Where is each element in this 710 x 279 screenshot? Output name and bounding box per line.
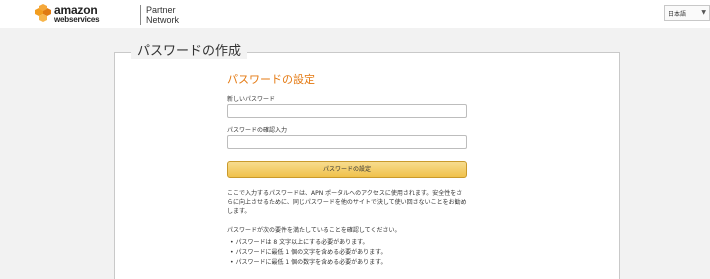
set-password-button[interactable]: パスワードの設定 [227, 161, 467, 178]
new-password-input[interactable] [227, 104, 467, 118]
partner-network-label: Partner Network [146, 5, 179, 25]
aws-cubes-icon [35, 4, 51, 22]
chevron-down-icon: ▼ [701, 9, 706, 16]
partner-line-1: Partner [146, 5, 176, 15]
requirements-list: パスワードは 8 文字以上にする必要があります。 パスワードに最低 1 個の文字… [230, 238, 387, 268]
partner-line-2: Network [146, 15, 180, 25]
logo-webservices-text: webservices [54, 15, 100, 24]
top-header-bar: amazon webservices Partner Network 日本語 ▼ [0, 0, 710, 28]
aws-logo: amazon webservices [32, 2, 112, 26]
section-title: パスワードの設定 [227, 73, 315, 86]
new-password-label: 新しいパスワード [227, 96, 276, 103]
language-value: 日本語 [668, 11, 687, 18]
requirement-item: パスワードに最低 1 個の文字を含める必要があります。 [230, 248, 386, 258]
confirm-password-label: パスワードの確認入力 [227, 127, 288, 134]
page-title: パスワードの作成 [131, 40, 248, 59]
requirements-intro: パスワードが次の要件を満たしていることを確認してください。 [227, 227, 401, 234]
aws-partner-network-logo[interactable]: amazon webservices Partner Network [32, 2, 179, 26]
confirm-password-input[interactable] [227, 135, 467, 149]
requirement-item: パスワードに最低 1 個の数字を含める必要があります。 [230, 258, 386, 268]
password-notice: ここで入力するパスワードは、APN ポータルへのアクセスに使用されます。安全性を… [227, 190, 467, 215]
logo-divider [140, 5, 141, 25]
requirement-item: パスワードは 8 文字以上にする必要があります。 [230, 238, 387, 248]
language-select[interactable]: 日本語 ▼ [664, 5, 710, 21]
